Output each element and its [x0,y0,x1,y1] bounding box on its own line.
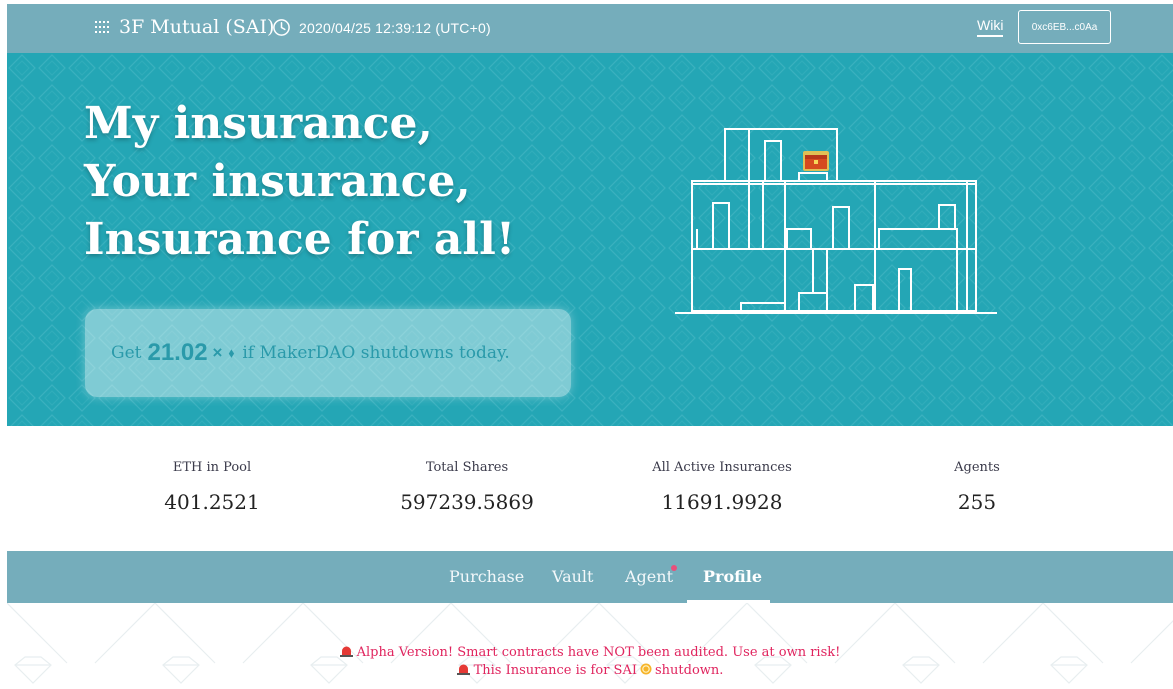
hero-banner: My insurance, Your insurance, Insurance … [7,53,1173,426]
payout-suffix: if MakerDAO shutdowns today. [242,343,510,363]
sai-notice-prefix: This Insurance is for SAI [473,663,637,678]
wallet-address-button[interactable]: 0xc6EB...c0Aa [1018,10,1111,44]
payout-prefix: Get [111,343,142,363]
alpha-warning-text: Alpha Version! Smart contracts have NOT … [356,645,841,660]
clock: 2020/04/25 12:39:12 (UTC+0) [272,18,491,37]
slogan-line-3: Insurance for all! [84,214,516,265]
tab-vault[interactable]: Vault [552,567,593,586]
siren-icon [339,646,353,657]
stat-label: ETH in Pool [172,460,252,475]
stat-value: 597239.5869 [400,490,534,514]
stat-label: Agents [954,460,1000,475]
grid-dots-icon [95,21,109,33]
eth-icon: ⬧ [228,345,235,361]
sai-notice: This Insurance is for SAI shutdown. [7,663,1173,678]
page: 3F Mutual (SAI) 2020/04/25 12:39:12 (UTC… [0,0,1173,689]
clock-icon [273,19,290,36]
current-datetime: 2020/04/25 12:39:12 (UTC+0) [299,19,491,36]
sai-notice-suffix: shutdown. [654,663,724,678]
slogan-line-2: Your insurance, [84,156,471,207]
brand[interactable]: 3F Mutual (SAI) [95,16,274,38]
stat-total-shares: Total Shares 597239.5869 [357,460,577,514]
multiply-sign: × [212,343,223,362]
siren-icon [456,664,470,675]
tab-purchase[interactable]: Purchase [449,567,524,586]
hero-slogan: My insurance, Your insurance, Insurance … [84,95,515,269]
payout-banner: Get 21.02 × ⬧ if MakerDAO shutdowns toda… [85,309,571,397]
stat-label: All Active Insurances [652,460,792,475]
sai-coin-icon [640,663,652,675]
agent-notification-dot [671,565,677,571]
stat-eth-in-pool: ETH in Pool 401.2521 [102,460,322,514]
house-illustration [675,128,997,314]
wiki-link[interactable]: Wiki [977,17,1004,37]
stat-value: 401.2521 [164,490,260,514]
treasure-chest-icon [803,151,829,171]
tab-agent[interactable]: Agent [625,567,673,586]
payout-multiplier: 21.02 [147,339,208,366]
alpha-warning: Alpha Version! Smart contracts have NOT … [7,645,1173,660]
app-title: 3F Mutual (SAI) [119,16,275,38]
stat-label: Total Shares [425,460,509,475]
top-bar: 3F Mutual (SAI) 2020/04/25 12:39:12 (UTC… [7,4,1173,53]
tab-profile[interactable]: Profile [703,567,762,586]
stat-active-insurances: All Active Insurances 11691.9928 [612,460,832,514]
stat-agents: Agents 255 [867,460,1087,514]
stat-value: 255 [957,490,997,514]
notice-area: Alpha Version! Smart contracts have NOT … [7,603,1173,689]
main-nav: Purchase Vault Agent Profile [7,551,1173,603]
pool-stats: ETH in Pool 401.2521 Total Shares 597239… [7,426,1173,550]
stat-value: 11691.9928 [661,490,783,514]
slogan-line-1: My insurance, [84,98,433,149]
